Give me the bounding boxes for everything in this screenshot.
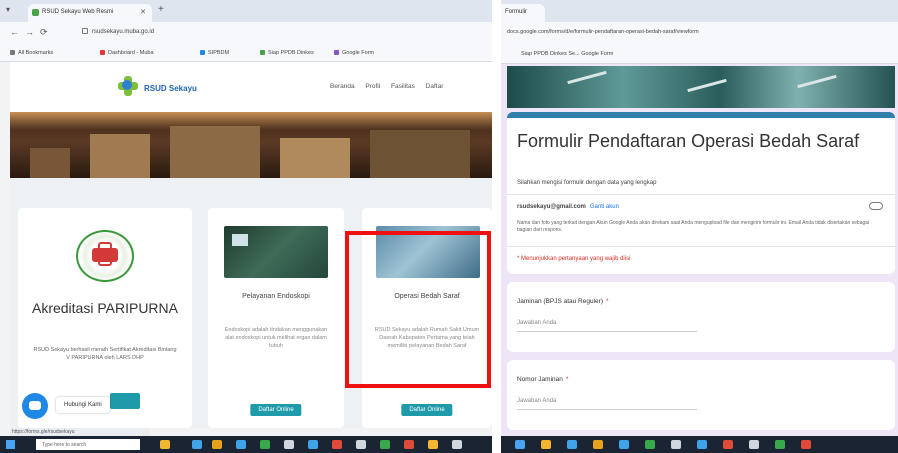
hero-banner-image bbox=[10, 112, 492, 178]
taskbar-app-icon[interactable] bbox=[212, 440, 222, 449]
taskbar-app-icon[interactable] bbox=[260, 440, 270, 449]
taskbar-app-icon[interactable] bbox=[749, 440, 759, 449]
chat-button[interactable] bbox=[22, 393, 48, 419]
akreditasi-button[interactable] bbox=[110, 393, 140, 409]
left-taskbar: Type here to search bbox=[0, 436, 492, 453]
taskbar-app-icon[interactable] bbox=[567, 440, 577, 449]
taskbar-app-icon[interactable] bbox=[452, 440, 462, 449]
nav-fasilitas[interactable]: Fasilitas bbox=[391, 83, 415, 90]
tab-formulir[interactable]: Formulir bbox=[501, 4, 545, 22]
chat-icon bbox=[29, 401, 41, 410]
endoskopi-title: Pelayanan Endoskopi bbox=[242, 293, 310, 300]
close-tab-icon[interactable]: ✕ bbox=[140, 8, 146, 16]
taskbar-app-icon[interactable] bbox=[775, 440, 785, 449]
right-url-field[interactable]: docs.google.com/forms/d/e/formulir-penda… bbox=[501, 22, 898, 44]
right-browser-window: Formulir docs.google.com/forms/d/e/formu… bbox=[501, 0, 898, 453]
divider bbox=[507, 194, 895, 195]
required-note: * Menunjukkan pertanyaan yang wajib diis… bbox=[517, 256, 631, 262]
taskbar-app-icon[interactable] bbox=[356, 440, 366, 449]
akreditasi-title: Akreditasi PARIPURNA bbox=[31, 300, 178, 316]
red-highlight-box bbox=[345, 231, 491, 388]
taskbar-app-icon[interactable] bbox=[801, 440, 811, 449]
tab-title: Formulir bbox=[505, 9, 527, 15]
form-header-card: Formulir Pendaftaran Operasi Bedah Saraf… bbox=[507, 112, 895, 274]
url-text: rsudsekayu.muba.go.id bbox=[92, 29, 155, 35]
jaminan-input[interactable]: Jawaban Anda bbox=[517, 320, 697, 332]
taskbar-app-icon[interactable] bbox=[515, 440, 525, 449]
rsud-logo-icon[interactable] bbox=[118, 76, 138, 98]
right-bookmarks-bar[interactable]: Siap PPDB Dinkes Se... Google Form bbox=[501, 44, 898, 64]
rsud-favicon-icon bbox=[32, 9, 39, 16]
akreditasi-desc: RSUD Sekayu berhasil meraih Sertifikat A… bbox=[33, 347, 177, 361]
taskbar-app-icon[interactable] bbox=[723, 440, 733, 449]
tab-rsud-sekayu[interactable]: RSUD Sekayu Web Resmi ✕ bbox=[28, 4, 152, 22]
nav-daftar[interactable]: Daftar bbox=[426, 83, 444, 90]
taskbar-app-icon[interactable] bbox=[697, 440, 707, 449]
taskbar-app-icon[interactable] bbox=[541, 440, 551, 449]
nav-profil[interactable]: Profil bbox=[365, 83, 380, 90]
bookmark-dashboard[interactable]: Dashboard - Muba bbox=[100, 50, 154, 56]
endoskopi-photo bbox=[224, 226, 328, 278]
tab-menu-icon[interactable]: ▾ bbox=[6, 5, 10, 14]
form-subtitle: Silahkan mengisi formulir dengan data ya… bbox=[517, 180, 657, 186]
taskbar-app-icon[interactable] bbox=[236, 440, 246, 449]
account-email: rsudsekayu@gmail.com Ganti akun bbox=[517, 204, 619, 210]
status-url: https://forms.gle/rsudsekayu bbox=[10, 428, 150, 436]
taskbar-app-icon[interactable] bbox=[332, 440, 342, 449]
right-tab-bar: Formulir bbox=[501, 0, 898, 22]
taskbar-app-icon[interactable] bbox=[380, 440, 390, 449]
left-bookmarks-bar: All Bookmarks Dashboard - Muba SIPBDM Si… bbox=[0, 44, 492, 62]
endoskopi-daftar-button[interactable]: Daftar Online bbox=[250, 404, 302, 416]
form-header-image bbox=[507, 66, 895, 108]
taskbar-app-icon[interactable] bbox=[619, 440, 629, 449]
left-browser-window: ▾ RSUD Sekayu Web Resmi ✕ + ←→⟳ rsudseka… bbox=[0, 0, 492, 453]
taskbar-app-icon[interactable] bbox=[404, 440, 414, 449]
taskbar-app-icon[interactable] bbox=[284, 440, 294, 449]
windows-start-icon[interactable] bbox=[6, 440, 15, 449]
site-info-icon[interactable] bbox=[82, 28, 88, 34]
site-logo-text[interactable]: RSUD Sekayu bbox=[144, 84, 197, 93]
form-title: Formulir Pendaftaran Operasi Bedah Saraf bbox=[517, 131, 860, 151]
new-tab-icon[interactable]: + bbox=[158, 4, 164, 15]
divider bbox=[507, 246, 895, 247]
site-header: RSUD Sekayu Beranda Profil Fasilitas Daf… bbox=[10, 62, 492, 112]
switch-account-link[interactable]: Ganti akun bbox=[590, 204, 619, 210]
privacy-note: Nama dan foto yang terkait dengan Akun G… bbox=[517, 220, 870, 233]
taskbar-app-icon[interactable] bbox=[160, 440, 170, 449]
cloud-saved-icon bbox=[869, 202, 883, 210]
site-nav: Beranda Profil Fasilitas Daftar bbox=[330, 83, 452, 90]
screenshot-root: ▾ RSUD Sekayu Web Resmi ✕ + ←→⟳ rsudseka… bbox=[0, 0, 898, 453]
taskbar-search[interactable]: Type here to search bbox=[36, 439, 140, 450]
taskbar-app-icon[interactable] bbox=[593, 440, 603, 449]
left-tab-bar: ▾ RSUD Sekayu Web Resmi ✕ + bbox=[0, 0, 492, 22]
bookmark-google-form[interactable]: Google Form bbox=[334, 50, 374, 56]
left-address-bar: ←→⟳ rsudsekayu.muba.go.id bbox=[0, 22, 492, 44]
endoskopi-card: Pelayanan Endoskopi Endoskopi adalah tin… bbox=[208, 208, 344, 428]
nav-beranda[interactable]: Beranda bbox=[330, 83, 355, 90]
question-label: Nomor Jaminan * bbox=[517, 376, 569, 383]
right-taskbar bbox=[501, 436, 898, 453]
endoskopi-desc: Endoskopi adalah tindakan menggunakan al… bbox=[224, 327, 328, 349]
taskbar-app-icon[interactable] bbox=[645, 440, 655, 449]
akreditasi-card: Akreditasi PARIPURNA RSUD Sekayu berhasi… bbox=[18, 208, 192, 428]
taskbar-app-icon[interactable] bbox=[308, 440, 318, 449]
bookmark-ppdb[interactable]: Siap PPDB Dinkes bbox=[260, 50, 314, 56]
nomor-jaminan-input[interactable]: Jawaban Anda bbox=[517, 398, 697, 410]
nav-buttons[interactable]: ←→⟳ bbox=[10, 27, 54, 38]
taskbar-app-icon[interactable] bbox=[192, 440, 202, 449]
question-jaminan: Jaminan (BPJS atau Reguler) * Jawaban And… bbox=[507, 282, 895, 352]
email-text: rsudsekayu@gmail.com bbox=[517, 204, 586, 210]
question-label: Jaminan (BPJS atau Reguler) * bbox=[517, 298, 609, 305]
tab-title: RSUD Sekayu Web Resmi bbox=[42, 9, 114, 15]
taskbar-app-icon[interactable] bbox=[428, 440, 438, 449]
question-nomor-jaminan: Nomor Jaminan * Jawaban Anda bbox=[507, 360, 895, 430]
akreditasi-seal-icon bbox=[76, 230, 134, 282]
url-field[interactable]: rsudsekayu.muba.go.id bbox=[82, 28, 154, 35]
bedah-saraf-daftar-button[interactable]: Daftar Online bbox=[401, 404, 453, 416]
chat-label[interactable]: Hubungi Kami bbox=[56, 397, 110, 413]
taskbar-app-icon[interactable] bbox=[671, 440, 681, 449]
bookmark-all[interactable]: All Bookmarks bbox=[10, 50, 53, 56]
bookmark-sipbdm[interactable]: SIPBDM bbox=[200, 50, 229, 56]
